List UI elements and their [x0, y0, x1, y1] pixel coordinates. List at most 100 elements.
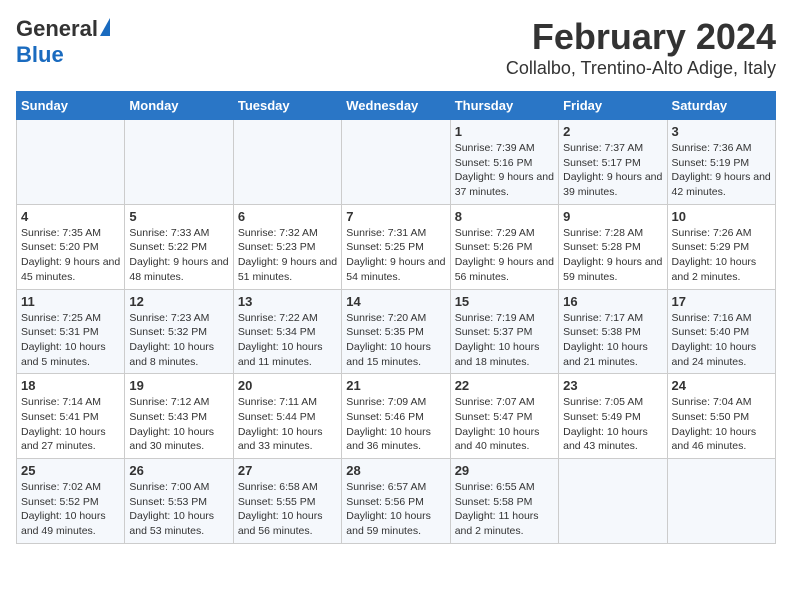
- calendar-day-cell: 27 Sunrise: 6:58 AM Sunset: 5:55 PM Dayli…: [233, 459, 341, 544]
- day-info: Sunrise: 6:55 AM Sunset: 5:58 PM Dayligh…: [455, 480, 554, 539]
- day-number: 27: [238, 463, 337, 478]
- calendar-day-cell: 6 Sunrise: 7:32 AM Sunset: 5:23 PM Daylig…: [233, 204, 341, 289]
- day-number: 16: [563, 294, 662, 309]
- day-number: 14: [346, 294, 445, 309]
- day-number: 28: [346, 463, 445, 478]
- day-number: 15: [455, 294, 554, 309]
- day-info: Sunrise: 7:36 AM Sunset: 5:19 PM Dayligh…: [672, 141, 771, 200]
- day-number: 11: [21, 294, 120, 309]
- day-info: Sunrise: 7:11 AM Sunset: 5:44 PM Dayligh…: [238, 395, 337, 454]
- calendar-title: February 2024: [506, 16, 776, 58]
- day-info: Sunrise: 7:05 AM Sunset: 5:49 PM Dayligh…: [563, 395, 662, 454]
- calendar-day-cell: [667, 459, 775, 544]
- calendar-day-cell: [17, 120, 125, 205]
- day-number: 19: [129, 378, 228, 393]
- day-info: Sunrise: 7:00 AM Sunset: 5:53 PM Dayligh…: [129, 480, 228, 539]
- day-info: Sunrise: 7:22 AM Sunset: 5:34 PM Dayligh…: [238, 311, 337, 370]
- day-number: 17: [672, 294, 771, 309]
- calendar-day-cell: [559, 459, 667, 544]
- calendar-day-cell: 1Sunrise: 7:39 AM Sunset: 5:16 PM Daylig…: [450, 120, 558, 205]
- weekday-header-monday: Monday: [125, 92, 233, 120]
- calendar-week-row: 18 Sunrise: 7:14 AM Sunset: 5:41 PM Dayli…: [17, 374, 776, 459]
- calendar-day-cell: 8 Sunrise: 7:29 AM Sunset: 5:26 PM Daylig…: [450, 204, 558, 289]
- logo-triangle-icon: [100, 18, 110, 36]
- calendar-day-cell: 23 Sunrise: 7:05 AM Sunset: 5:49 PM Dayli…: [559, 374, 667, 459]
- calendar-day-cell: 13 Sunrise: 7:22 AM Sunset: 5:34 PM Dayli…: [233, 289, 341, 374]
- day-number: 10: [672, 209, 771, 224]
- day-number: 8: [455, 209, 554, 224]
- calendar-day-cell: 19 Sunrise: 7:12 AM Sunset: 5:43 PM Dayli…: [125, 374, 233, 459]
- day-number: 9: [563, 209, 662, 224]
- logo: General Blue: [16, 16, 110, 68]
- weekday-header-friday: Friday: [559, 92, 667, 120]
- calendar-day-cell: 14 Sunrise: 7:20 AM Sunset: 5:35 PM Dayli…: [342, 289, 450, 374]
- calendar-week-row: 1Sunrise: 7:39 AM Sunset: 5:16 PM Daylig…: [17, 120, 776, 205]
- day-info: Sunrise: 7:12 AM Sunset: 5:43 PM Dayligh…: [129, 395, 228, 454]
- day-number: 23: [563, 378, 662, 393]
- day-info: Sunrise: 7:09 AM Sunset: 5:46 PM Dayligh…: [346, 395, 445, 454]
- day-number: 25: [21, 463, 120, 478]
- day-info: Sunrise: 7:20 AM Sunset: 5:35 PM Dayligh…: [346, 311, 445, 370]
- day-info: Sunrise: 7:16 AM Sunset: 5:40 PM Dayligh…: [672, 311, 771, 370]
- calendar-day-cell: 7Sunrise: 7:31 AM Sunset: 5:25 PM Daylig…: [342, 204, 450, 289]
- calendar-day-cell: 12 Sunrise: 7:23 AM Sunset: 5:32 PM Dayli…: [125, 289, 233, 374]
- title-area: February 2024 Collalbo, Trentino-Alto Ad…: [506, 16, 776, 79]
- day-info: Sunrise: 7:37 AM Sunset: 5:17 PM Dayligh…: [563, 141, 662, 200]
- calendar-day-cell: 22 Sunrise: 7:07 AM Sunset: 5:47 PM Dayli…: [450, 374, 558, 459]
- day-number: 18: [21, 378, 120, 393]
- day-number: 13: [238, 294, 337, 309]
- calendar-day-cell: 15 Sunrise: 7:19 AM Sunset: 5:37 PM Dayli…: [450, 289, 558, 374]
- weekday-header-tuesday: Tuesday: [233, 92, 341, 120]
- day-info: Sunrise: 7:33 AM Sunset: 5:22 PM Dayligh…: [129, 226, 228, 285]
- calendar-week-row: 4 Sunrise: 7:35 AM Sunset: 5:20 PM Daylig…: [17, 204, 776, 289]
- day-info: Sunrise: 7:39 AM Sunset: 5:16 PM Dayligh…: [455, 141, 554, 200]
- calendar-day-cell: 4 Sunrise: 7:35 AM Sunset: 5:20 PM Daylig…: [17, 204, 125, 289]
- day-info: Sunrise: 7:19 AM Sunset: 5:37 PM Dayligh…: [455, 311, 554, 370]
- day-number: 7: [346, 209, 445, 224]
- day-info: Sunrise: 7:04 AM Sunset: 5:50 PM Dayligh…: [672, 395, 771, 454]
- weekday-header-wednesday: Wednesday: [342, 92, 450, 120]
- day-info: Sunrise: 7:35 AM Sunset: 5:20 PM Dayligh…: [21, 226, 120, 285]
- day-info: Sunrise: 7:32 AM Sunset: 5:23 PM Dayligh…: [238, 226, 337, 285]
- calendar-day-cell: 5 Sunrise: 7:33 AM Sunset: 5:22 PM Daylig…: [125, 204, 233, 289]
- day-info: Sunrise: 7:29 AM Sunset: 5:26 PM Dayligh…: [455, 226, 554, 285]
- weekday-header-thursday: Thursday: [450, 92, 558, 120]
- weekday-header-saturday: Saturday: [667, 92, 775, 120]
- day-info: Sunrise: 6:58 AM Sunset: 5:55 PM Dayligh…: [238, 480, 337, 539]
- day-number: 4: [21, 209, 120, 224]
- calendar-week-row: 11Sunrise: 7:25 AM Sunset: 5:31 PM Dayli…: [17, 289, 776, 374]
- calendar-day-cell: [125, 120, 233, 205]
- calendar-day-cell: 2 Sunrise: 7:37 AM Sunset: 5:17 PM Daylig…: [559, 120, 667, 205]
- day-number: 3: [672, 124, 771, 139]
- day-number: 21: [346, 378, 445, 393]
- day-info: Sunrise: 7:17 AM Sunset: 5:38 PM Dayligh…: [563, 311, 662, 370]
- day-info: Sunrise: 7:28 AM Sunset: 5:28 PM Dayligh…: [563, 226, 662, 285]
- calendar-table: SundayMondayTuesdayWednesdayThursdayFrid…: [16, 91, 776, 544]
- header: General Blue February 2024 Collalbo, Tre…: [16, 16, 776, 79]
- day-info: Sunrise: 7:23 AM Sunset: 5:32 PM Dayligh…: [129, 311, 228, 370]
- day-number: 2: [563, 124, 662, 139]
- calendar-week-row: 25Sunrise: 7:02 AM Sunset: 5:52 PM Dayli…: [17, 459, 776, 544]
- day-number: 24: [672, 378, 771, 393]
- calendar-day-cell: 20 Sunrise: 7:11 AM Sunset: 5:44 PM Dayli…: [233, 374, 341, 459]
- day-number: 22: [455, 378, 554, 393]
- logo-general-text: General: [16, 16, 98, 42]
- calendar-day-cell: 17 Sunrise: 7:16 AM Sunset: 5:40 PM Dayli…: [667, 289, 775, 374]
- calendar-header-row: SundayMondayTuesdayWednesdayThursdayFrid…: [17, 92, 776, 120]
- day-info: Sunrise: 7:14 AM Sunset: 5:41 PM Dayligh…: [21, 395, 120, 454]
- calendar-day-cell: 18 Sunrise: 7:14 AM Sunset: 5:41 PM Dayli…: [17, 374, 125, 459]
- calendar-day-cell: 3 Sunrise: 7:36 AM Sunset: 5:19 PM Daylig…: [667, 120, 775, 205]
- calendar-day-cell: 11Sunrise: 7:25 AM Sunset: 5:31 PM Dayli…: [17, 289, 125, 374]
- calendar-day-cell: [342, 120, 450, 205]
- calendar-day-cell: [233, 120, 341, 205]
- day-number: 6: [238, 209, 337, 224]
- day-number: 12: [129, 294, 228, 309]
- day-info: Sunrise: 7:07 AM Sunset: 5:47 PM Dayligh…: [455, 395, 554, 454]
- calendar-day-cell: 26Sunrise: 7:00 AM Sunset: 5:53 PM Dayli…: [125, 459, 233, 544]
- calendar-day-cell: 29 Sunrise: 6:55 AM Sunset: 5:58 PM Dayli…: [450, 459, 558, 544]
- logo-blue-text: Blue: [16, 42, 64, 68]
- calendar-day-cell: 16 Sunrise: 7:17 AM Sunset: 5:38 PM Dayli…: [559, 289, 667, 374]
- day-number: 5: [129, 209, 228, 224]
- day-number: 29: [455, 463, 554, 478]
- day-number: 20: [238, 378, 337, 393]
